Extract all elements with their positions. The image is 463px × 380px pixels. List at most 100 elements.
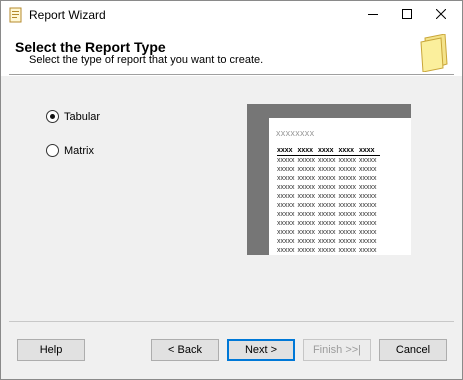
preview-header-row: xxxx xxxx xxxx xxxx xxxx bbox=[277, 146, 380, 156]
finish-button[interactable]: Finish >>| bbox=[303, 339, 371, 361]
preview-cell: xxxxx bbox=[359, 238, 377, 245]
preview-cell: xxxxx bbox=[297, 238, 316, 245]
minimize-icon bbox=[368, 8, 378, 22]
preview-row: xxxxx xxxxx xxxxx xxxxx xxxxx bbox=[277, 183, 380, 192]
page-subtitle: Select the type of report that you want … bbox=[29, 54, 264, 66]
preview-cell: xxxxx bbox=[318, 184, 336, 191]
radio-matrix[interactable]: Matrix bbox=[46, 144, 94, 157]
preview-cell: xxxxx bbox=[297, 184, 316, 191]
preview-cell: xxxxx bbox=[359, 220, 377, 227]
preview-cell: xxxxx bbox=[318, 229, 336, 236]
preview-cell: xxxxx bbox=[338, 220, 357, 227]
radio-tabular-button[interactable] bbox=[46, 110, 59, 123]
preview-cell: xxxxx bbox=[277, 229, 295, 236]
preview-column-header: xxxx bbox=[338, 146, 359, 156]
preview-row: xxxxx xxxxx xxxxx xxxxx xxxxx bbox=[277, 156, 380, 166]
preview-cell: xxxxx bbox=[338, 247, 357, 254]
preview-title: xxxxxxxx bbox=[276, 128, 315, 138]
preview-cell: xxxxx bbox=[338, 157, 357, 164]
preview-row: xxxxx xxxxx xxxxx xxxxx xxxxx bbox=[277, 219, 380, 228]
title-bar[interactable]: Report Wizard bbox=[1, 1, 462, 29]
footer-divider bbox=[9, 321, 454, 322]
preview-cell: xxxxx bbox=[277, 175, 295, 182]
preview-cell: xxxxx bbox=[359, 202, 377, 209]
cancel-button[interactable]: Cancel bbox=[379, 339, 447, 361]
help-button[interactable]: Help bbox=[17, 339, 85, 361]
preview-row: xxxxx xxxxx xxxxx xxxxx xxxxx bbox=[277, 201, 380, 210]
report-wizard-icon bbox=[9, 7, 23, 23]
preview-cell: xxxxx bbox=[277, 184, 295, 191]
preview-cell: xxxxx bbox=[277, 202, 295, 209]
preview-cell: xxxxx bbox=[318, 193, 336, 200]
preview-cell: xxxxx bbox=[338, 238, 357, 245]
preview-row: xxxxx xxxxx xxxxx xxxxx xxxxx bbox=[277, 165, 380, 174]
maximize-icon bbox=[402, 8, 412, 22]
wizard-header: Select the Report Type Select the type o… bbox=[1, 29, 462, 76]
radio-matrix-button[interactable] bbox=[46, 144, 59, 157]
preview-cell: xxxxx bbox=[359, 211, 377, 218]
preview-cell: xxxxx bbox=[297, 175, 316, 182]
preview-row: xxxxx xxxxx xxxxx xxxxx xxxxx bbox=[277, 192, 380, 201]
preview-column-header: xxxx bbox=[359, 146, 380, 156]
preview-cell: xxxxx bbox=[359, 175, 377, 182]
preview-cell: xxxxx bbox=[359, 166, 377, 173]
preview-cell: xxxxx bbox=[318, 157, 336, 164]
report-preview: xxxxxxxx xxxx xxxx xxxx xxxx xxxx xxxxx x… bbox=[247, 104, 411, 255]
preview-paper: xxxxxxxx xxxx xxxx xxxx xxxx xxxx xxxxx x… bbox=[269, 118, 411, 255]
preview-cell: xxxxx bbox=[359, 247, 377, 254]
preview-cell: xxxxx bbox=[338, 229, 357, 236]
preview-cell: xxxxx bbox=[318, 211, 336, 218]
preview-cell: xxxxx bbox=[359, 157, 377, 164]
preview-cell: xxxxx bbox=[297, 193, 316, 200]
preview-cell: xxxxx bbox=[318, 166, 336, 173]
preview-cell: xxxxx bbox=[338, 166, 357, 173]
preview-cell: xxxxx bbox=[318, 220, 336, 227]
preview-cell: xxxxx bbox=[297, 166, 316, 173]
preview-cell: xxxxx bbox=[297, 202, 316, 209]
preview-cell: xxxxx bbox=[338, 211, 357, 218]
preview-cell: xxxxx bbox=[277, 247, 295, 254]
minimize-button[interactable] bbox=[356, 1, 390, 29]
preview-cell: xxxxx bbox=[277, 238, 295, 245]
report-wizard-window: Report Wizard Select the Report Type Sel… bbox=[0, 0, 463, 380]
preview-cell: xxxxx bbox=[318, 175, 336, 182]
preview-column-header: xxxx bbox=[297, 146, 318, 156]
preview-column-header: xxxx bbox=[277, 146, 298, 156]
preview-cell: xxxxx bbox=[318, 247, 336, 254]
window-title: Report Wizard bbox=[29, 8, 106, 22]
preview-cell: xxxxx bbox=[297, 220, 316, 227]
radio-selected-dot bbox=[50, 114, 55, 119]
report-page-icon bbox=[419, 33, 449, 73]
close-icon bbox=[435, 8, 447, 22]
back-button[interactable]: < Back bbox=[151, 339, 219, 361]
preview-row: xxxxx xxxxx xxxxx xxxxx xxxxx bbox=[277, 237, 380, 246]
preview-cell: xxxxx bbox=[297, 157, 316, 164]
preview-cell: xxxxx bbox=[277, 193, 295, 200]
preview-cell: xxxxx bbox=[359, 184, 377, 191]
preview-column-header: xxxx bbox=[318, 146, 339, 156]
page-title: Select the Report Type bbox=[15, 39, 166, 55]
preview-cell: xxxxx bbox=[338, 202, 357, 209]
radio-tabular-label[interactable]: Tabular bbox=[64, 111, 100, 123]
preview-cell: xxxxx bbox=[318, 202, 336, 209]
preview-table: xxxx xxxx xxxx xxxx xxxx xxxxx xxxxx xxxxx… bbox=[277, 146, 380, 255]
preview-cell: xxxxx bbox=[338, 193, 357, 200]
preview-row: xxxxx xxxxx xxxxx xxxxx xxxxx bbox=[277, 210, 380, 219]
radio-tabular[interactable]: Tabular bbox=[46, 110, 100, 123]
preview-cell: xxxxx bbox=[297, 247, 316, 254]
preview-cell: xxxxx bbox=[277, 157, 295, 164]
maximize-button[interactable] bbox=[390, 1, 424, 29]
preview-row: xxxxx xxxxx xxxxx xxxxx xxxxx bbox=[277, 228, 380, 237]
preview-cell: xxxxx bbox=[359, 193, 377, 200]
preview-row: xxxxx xxxxx xxxxx xxxxx xxxxx bbox=[277, 174, 380, 183]
header-divider bbox=[9, 74, 454, 75]
preview-cell: xxxxx bbox=[318, 238, 336, 245]
close-button[interactable] bbox=[424, 1, 458, 29]
next-button[interactable]: Next > bbox=[227, 339, 295, 361]
preview-cell: xxxxx bbox=[297, 211, 316, 218]
preview-cell: xxxxx bbox=[277, 220, 295, 227]
preview-cell: xxxxx bbox=[359, 229, 377, 236]
radio-matrix-label[interactable]: Matrix bbox=[64, 145, 94, 157]
preview-cell: xxxxx bbox=[277, 166, 295, 173]
preview-cell: xxxxx bbox=[297, 229, 316, 236]
